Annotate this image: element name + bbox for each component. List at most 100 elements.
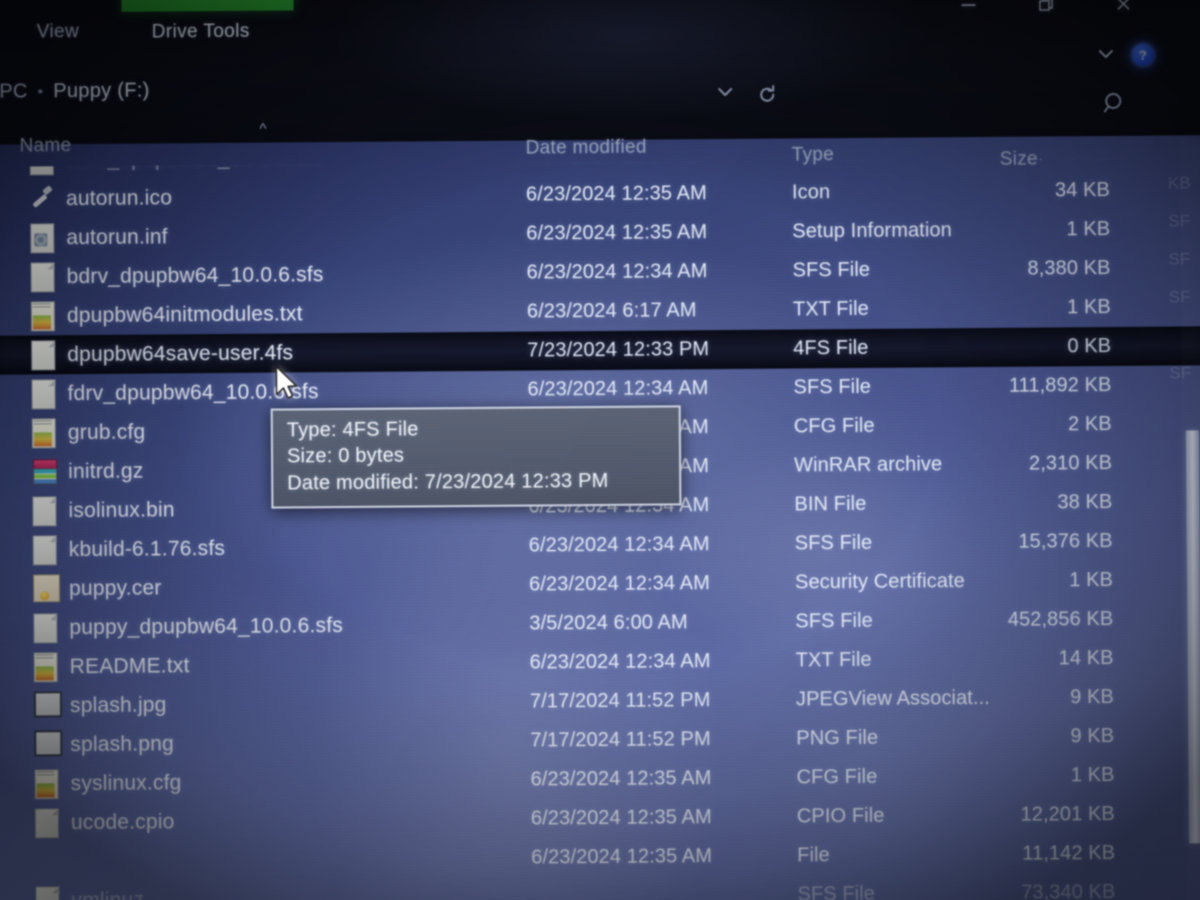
file-size: 76,756 KB [920, 157, 1110, 164]
file-type-icon [33, 612, 59, 643]
file-name: bdrv_dpupbw64_10.0.6.sfs [66, 262, 324, 288]
tab-drive-tools[interactable]: Drive Tools [152, 21, 250, 44]
file-type-icon [32, 534, 59, 565]
file-type-icon [34, 729, 63, 760]
file-size: 0 KB [1067, 334, 1112, 358]
file-type: WinRAR archive [794, 453, 943, 477]
file-size: 2 KB [1067, 412, 1112, 436]
file-date-modified: 6/23/2024 12:34 AM [526, 260, 708, 284]
file-name: README.txt [69, 653, 190, 678]
file-name: splash.jpg [69, 692, 167, 717]
file-type: SFS File [797, 882, 876, 900]
file-name: ucode.cpio [70, 809, 175, 834]
help-icon[interactable]: ? [1131, 43, 1154, 66]
tab-view[interactable]: View [37, 21, 80, 43]
screen-content: Puppy (F:) View Drive Tools [0, 0, 1200, 900]
column-header-name[interactable]: Name [20, 135, 72, 157]
file-type: SFS File [792, 258, 871, 282]
file-size: 11,142 KB [1022, 841, 1116, 865]
file-type-icon [31, 417, 58, 448]
file-date-modified: 6/23/2024 12:35 AM [530, 767, 712, 791]
file-name: initrd.gz [68, 459, 144, 483]
file-date-modified: 6/23/2024 12:34 AM [529, 650, 711, 674]
file-name: puppy.cer [68, 575, 162, 600]
file-size: 12,201 KB [1020, 802, 1115, 826]
file-size: 1 KB [1067, 295, 1111, 319]
file-size: 14 KB [1058, 646, 1114, 670]
file-size: 452,856 KB [1007, 607, 1114, 631]
file-date-modified: 6/23/2024 12:35 AM [530, 806, 712, 830]
file-type: PNG File [796, 726, 879, 750]
file-type: Icon [791, 181, 831, 204]
file-type: SFS File [793, 375, 872, 399]
file-size: 1 KB [1066, 217, 1111, 241]
file-tooltip: Type: 4FS File Size: 0 bytes Date modifi… [270, 405, 682, 509]
file-date-modified: 6/23/2024 12:35 AM [531, 845, 713, 869]
file-type: TXT File [792, 297, 869, 321]
restore-button[interactable] [1023, 0, 1069, 19]
file-date-modified: 7/23/2024 12:33 PM [527, 338, 710, 362]
file-type: File [797, 844, 830, 867]
chevron-down-icon[interactable] [1089, 40, 1123, 68]
search-icon[interactable] [1101, 90, 1127, 121]
contextual-tab-group-highlight [121, 0, 294, 12]
file-type-icon [32, 457, 58, 487]
scrollbar-thumb[interactable] [1185, 430, 1200, 844]
file-type-icon [31, 378, 57, 409]
explorer-chrome: Puppy (F:) View Drive Tools [0, 0, 1200, 170]
file-size: 1 KB [1070, 763, 1115, 787]
address-bar-controls [715, 85, 777, 110]
file-date-modified: 6/23/2024 12:34 AM [528, 533, 710, 557]
file-date-modified: 6/23/2024 12:34 AM [527, 377, 709, 401]
breadcrumb-separator: • [37, 82, 44, 100]
file-size: 9 KB [1070, 685, 1115, 709]
file-type-icon [33, 690, 63, 721]
file-size: 111,892 KB [1008, 373, 1112, 397]
file-name: puppy_dpupbw64_10.0.6.sfs [69, 613, 344, 639]
file-type-icon [34, 768, 60, 799]
file-size: 38 KB [1057, 490, 1113, 514]
file-type-icon [30, 300, 57, 331]
file-name: kbuild-6.1.76.sfs [68, 536, 226, 561]
file-date-modified: 6/23/2024 6:17 AM [526, 299, 697, 323]
file-name: vmlinuz [71, 888, 145, 900]
file-date-modified: 6/23/2024 12:35 AM [525, 182, 707, 206]
sort-ascending-icon: ^ [259, 120, 267, 138]
history-dropdown-icon[interactable] [715, 85, 735, 110]
breadcrumb-item-this-pc[interactable]: s PC [0, 80, 28, 103]
file-date-modified: 3/5/2024 6:00 AM [529, 611, 688, 635]
file-type: CFG File [793, 414, 875, 438]
file-name: syslinux.cfg [70, 770, 182, 795]
file-type-icon [32, 573, 61, 604]
file-date-modified: 6/23/2024 12:34 AM [528, 572, 710, 596]
column-header-date-modified[interactable]: Date modified [526, 137, 647, 160]
file-type-icon [31, 339, 57, 370]
file-name: grub.cfg [67, 420, 146, 444]
file-size: 8,380 KB [1027, 256, 1111, 280]
file-name: dpupbw64initmodules.txt [66, 301, 303, 327]
file-type: SFS File [795, 609, 873, 633]
file-size: 73,340 KB [1021, 880, 1116, 900]
file-type-icon [34, 807, 61, 838]
file-type: CFG File [796, 765, 878, 789]
file-type-icon [30, 184, 56, 214]
file-size: 1 KB [1069, 568, 1114, 592]
file-date-modified: 7/17/2024 11:52 PM [530, 728, 711, 752]
close-button[interactable] [1100, 0, 1146, 18]
file-date-modified: 6/23/2024 12:35 AM [526, 221, 708, 245]
file-name: dpupbw64save-user.4fs [67, 340, 294, 366]
minimize-button[interactable] [945, 0, 991, 19]
file-name: autorun.ico [65, 185, 173, 210]
file-type-icon [30, 261, 56, 292]
breadcrumb-item-puppy-drive[interactable]: Puppy (F:) [53, 79, 150, 103]
mouse-cursor [274, 364, 300, 404]
file-type: 4FS File [793, 336, 869, 360]
window-title: Puppy (F:) [340, 0, 580, 4]
file-size: 34 KB [1054, 178, 1111, 202]
file-list[interactable]: adrv_dpupbw64_10.0.6.sfs6/23/2024 12:34 … [0, 157, 1200, 900]
file-size: 9 KB [1070, 724, 1115, 748]
file-name: isolinux.bin [68, 497, 175, 522]
file-type: SFS File [794, 531, 873, 555]
refresh-icon[interactable] [757, 85, 777, 110]
breadcrumb[interactable]: s PC • Puppy (F:) [0, 76, 150, 107]
